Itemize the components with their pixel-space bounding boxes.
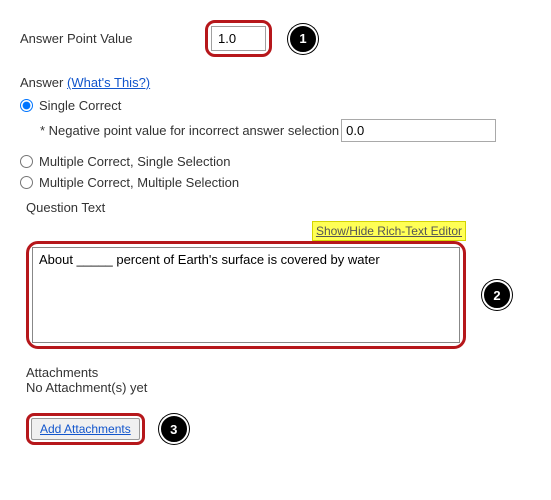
add-attachments-highlight: Add Attachments [26, 413, 145, 445]
callout-2: 2 [482, 280, 512, 310]
question-textarea[interactable] [32, 247, 460, 343]
multi-multi-label: Multiple Correct, Multiple Selection [39, 175, 239, 190]
multi-single-radio[interactable] [20, 155, 33, 168]
whats-this-link[interactable]: (What's This?) [67, 75, 150, 90]
question-textarea-highlight [26, 241, 466, 349]
callout-1: 1 [288, 24, 318, 54]
single-correct-radio[interactable] [20, 99, 33, 112]
answer-point-value-label: Answer Point Value [20, 31, 205, 46]
question-text-label: Question Text [26, 200, 105, 215]
multi-single-label: Multiple Correct, Single Selection [39, 154, 230, 169]
multi-multi-radio[interactable] [20, 176, 33, 189]
single-correct-label: Single Correct [39, 98, 121, 113]
no-attachments-text: No Attachment(s) yet [26, 380, 531, 395]
answer-point-value-input[interactable] [211, 26, 266, 51]
neg-point-input[interactable] [341, 119, 496, 142]
neg-point-label: * Negative point value for incorrect ans… [40, 123, 339, 138]
point-value-highlight [205, 20, 272, 57]
attachments-heading: Attachments [26, 365, 531, 380]
toggle-rich-text-link[interactable]: Show/Hide Rich-Text Editor [312, 221, 466, 241]
answer-label: Answer [20, 75, 63, 90]
add-attachments-button[interactable]: Add Attachments [31, 418, 140, 440]
callout-3: 3 [159, 414, 189, 444]
